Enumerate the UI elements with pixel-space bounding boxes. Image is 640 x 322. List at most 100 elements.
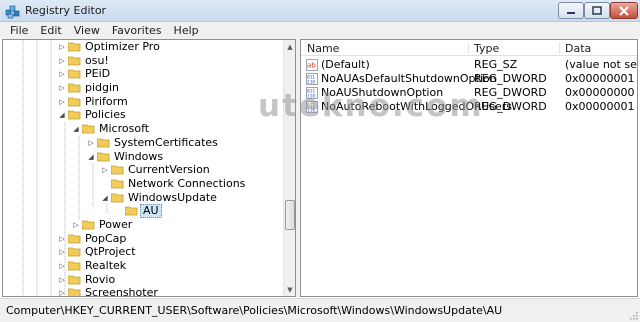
column-header-name[interactable]: Name xyxy=(307,42,339,55)
expand-arrow-icon[interactable]: ▷ xyxy=(58,248,66,256)
folder-icon xyxy=(68,42,81,52)
tree-node-label: QtProject xyxy=(85,245,136,259)
minimize-button[interactable] xyxy=(558,2,584,19)
column-header-data[interactable]: Data xyxy=(565,42,591,55)
values-list[interactable]: Name Type Data ab (Default) REG_SZ (valu… xyxy=(300,39,638,297)
scroll-up-arrow-icon[interactable]: ▲ xyxy=(284,40,295,53)
tree-node-label: Optimizer Pro xyxy=(85,40,160,53)
resize-grip-icon[interactable] xyxy=(628,310,638,320)
tree-node-realtek[interactable]: ▷ Realtek xyxy=(3,259,284,273)
tree-node-power[interactable]: ▷ Power xyxy=(3,218,284,232)
tree-node-label: pidgin xyxy=(85,81,120,95)
folder-icon xyxy=(68,56,81,66)
value-data: 0x00000000 (0) xyxy=(565,86,637,99)
tree-node-label: Policies xyxy=(85,108,126,122)
collapse-arrow-icon[interactable]: ◢ xyxy=(87,153,95,161)
open-folder-icon xyxy=(111,193,124,202)
folder-icon xyxy=(68,234,81,244)
tree-node-label: Microsoft xyxy=(99,122,150,136)
list-row[interactable]: ab (Default) REG_SZ (value not set) xyxy=(301,58,637,72)
tree-node-osu[interactable]: ▷ osu! xyxy=(3,54,284,68)
tree-node-label: Power xyxy=(99,217,133,231)
tree-node-label: Realtek xyxy=(85,259,127,272)
svg-text:110: 110 xyxy=(307,80,315,86)
expand-arrow-icon[interactable]: ▷ xyxy=(58,43,66,51)
registry-tree[interactable]: ▷ Optimizer Pro ▷ osu! ▷ PEiD ▷ pidgin ▷… xyxy=(2,39,296,297)
tree-node-rovio[interactable]: ▷ Rovio xyxy=(3,273,284,287)
expand-arrow-icon[interactable]: ▷ xyxy=(58,235,66,243)
tree-node-au[interactable]: AU xyxy=(3,204,284,218)
maximize-button[interactable] xyxy=(584,2,610,19)
svg-text:ab: ab xyxy=(307,62,316,70)
folder-icon xyxy=(68,69,81,79)
open-folder-icon xyxy=(125,206,138,216)
window-title: Registry Editor xyxy=(25,4,107,17)
tree-node-label: osu! xyxy=(85,53,109,67)
string-value-icon: ab xyxy=(306,59,318,71)
tree-node-screenshoter[interactable]: ▷ Screenshoter xyxy=(3,286,284,297)
tree-node-microsoft[interactable]: ◢ Microsoft xyxy=(3,122,284,136)
tree-node-pidgin[interactable]: ▷ pidgin xyxy=(3,81,284,95)
expand-arrow-icon[interactable]: ▷ xyxy=(58,84,66,92)
folder-icon xyxy=(97,138,110,148)
tree-node-optimizer-pro[interactable]: ▷ Optimizer Pro xyxy=(3,40,284,54)
tree-node-peid[interactable]: ▷ PEiD xyxy=(3,67,284,81)
tree-node-label: CurrentVersion xyxy=(128,163,210,177)
scrollbar-thumb[interactable] xyxy=(285,200,295,230)
menu-file[interactable]: File xyxy=(4,24,34,37)
value-type: REG_DWORD xyxy=(474,100,547,113)
value-name: NoAUAsDefaultShutdownOption xyxy=(321,72,497,85)
tree-node-windows[interactable]: ◢ Windows xyxy=(3,150,284,164)
open-folder-icon xyxy=(68,111,81,120)
folder-icon xyxy=(111,165,124,175)
expand-arrow-icon[interactable]: ▷ xyxy=(58,70,66,78)
tree-node-label: PopCap xyxy=(85,231,127,245)
menu-favorites[interactable]: Favorites xyxy=(106,24,168,37)
expand-arrow-icon[interactable]: ▷ xyxy=(58,98,66,106)
menu-bar: File Edit View Favorites Help xyxy=(0,22,640,39)
tree-vertical-scrollbar[interactable]: ▲ ▼ xyxy=(283,40,295,296)
column-divider[interactable] xyxy=(559,42,560,54)
value-type: REG_DWORD xyxy=(474,72,547,85)
value-data: (value not set) xyxy=(565,58,638,71)
expand-arrow-icon[interactable]: ▷ xyxy=(58,276,66,284)
column-header-type[interactable]: Type xyxy=(474,42,499,55)
tree-node-popcap[interactable]: ▷ PopCap xyxy=(3,232,284,246)
value-data: 0x00000001 (1) xyxy=(565,72,637,85)
menu-view[interactable]: View xyxy=(68,24,106,37)
expand-arrow-icon[interactable]: ▷ xyxy=(58,289,66,296)
tree-node-qtproject[interactable]: ▷ QtProject xyxy=(3,245,284,259)
folder-icon xyxy=(111,179,124,189)
status-path: Computer\HKEY_CURRENT_USER\Software\Poli… xyxy=(6,304,503,317)
collapse-arrow-icon[interactable]: ◢ xyxy=(72,125,80,133)
column-divider[interactable] xyxy=(468,42,469,54)
expand-arrow-icon[interactable]: ▷ xyxy=(72,221,80,229)
folder-icon xyxy=(68,247,81,257)
expand-arrow-icon[interactable]: ▷ xyxy=(58,262,66,270)
scroll-down-arrow-icon[interactable]: ▼ xyxy=(284,283,295,296)
tree-node-label: WindowsUpdate xyxy=(128,190,217,204)
value-type: REG_DWORD xyxy=(474,86,547,99)
tree-node-currentversion[interactable]: ▷ CurrentVersion xyxy=(3,163,284,177)
menu-help[interactable]: Help xyxy=(168,24,205,37)
title-bar[interactable]: Registry Editor xyxy=(0,0,640,22)
list-row[interactable]: 011 110 NoAUAsDefaultShutdownOption REG_… xyxy=(301,72,637,86)
folder-icon xyxy=(68,275,81,285)
menu-edit[interactable]: Edit xyxy=(34,24,67,37)
open-folder-icon xyxy=(97,152,110,161)
tree-node-policies[interactable]: ◢ Policies xyxy=(3,108,284,122)
tree-node-systemcertificates[interactable]: ▷ SystemCertificates xyxy=(3,136,284,150)
expand-arrow-icon[interactable]: ▷ xyxy=(58,57,66,65)
tree-node-piriform[interactable]: ▷ Piriform xyxy=(3,95,284,109)
collapse-arrow-icon[interactable]: ◢ xyxy=(101,194,109,202)
tree-node-windowsupdate[interactable]: ◢ WindowsUpdate xyxy=(3,191,284,205)
close-button[interactable] xyxy=(610,2,638,19)
expand-arrow-icon[interactable]: ▷ xyxy=(87,139,95,147)
folder-icon xyxy=(68,261,81,271)
close-icon xyxy=(619,5,629,16)
tree-node-network-connections[interactable]: Network Connections xyxy=(3,177,284,191)
collapse-arrow-icon[interactable]: ◢ xyxy=(58,111,66,119)
folder-icon xyxy=(68,83,81,93)
expand-arrow-icon[interactable]: ▷ xyxy=(101,166,109,174)
tree-node-label: Screenshoter xyxy=(85,286,158,297)
